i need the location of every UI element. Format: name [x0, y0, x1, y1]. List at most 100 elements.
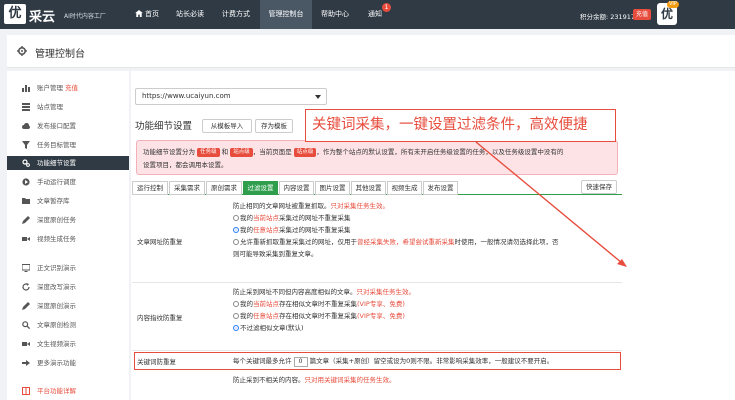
sidebar-item-platform-guide[interactable]: 平台功能详解 — [7, 384, 129, 398]
keyword-limit-input[interactable]: 0 — [293, 357, 308, 367]
home-icon — [135, 10, 143, 17]
sidebar-item-label: 正文识别演示 — [37, 264, 76, 272]
alert-line-2: 设置项目，都会调用本设置。 — [143, 161, 228, 169]
sidebar-item-video-tasks[interactable]: 视频生成任务 — [7, 232, 129, 246]
tab-run-control[interactable]: 运行控制 — [132, 181, 168, 195]
sidebar-item-task-targets[interactable]: 任务目标管理 — [7, 138, 129, 152]
tab-publish-settings[interactable]: 发布设置 — [423, 181, 458, 195]
cloud-icon — [22, 123, 30, 129]
url-dedupe-option-current[interactable]: 我的当前站点采集过的网址不重复采集 — [233, 212, 621, 224]
option-highlight: 任意站点 — [253, 312, 279, 320]
option-highlight: 曾经采集失败，希望尝试重新采集 — [357, 238, 455, 246]
sidebar-item-publish-api[interactable]: 发布接口配置 — [7, 119, 129, 133]
sidebar-item-label: 发布接口配置 — [37, 122, 76, 130]
nav-notice[interactable]: 通知 1 — [358, 0, 392, 29]
pencil-icon — [22, 302, 30, 310]
tab-collect-needs[interactable]: 采集需求 — [169, 181, 205, 195]
sidebar-item-original-demo[interactable]: 深度原创演示 — [7, 299, 129, 313]
sidebar-item-label: 功能细节设置 — [37, 159, 76, 167]
tab-content-settings[interactable]: 内容设置 — [279, 181, 314, 195]
section-title: 功能细节设置 — [135, 121, 193, 132]
sidebar-item-sites[interactable]: 站点管理 — [7, 100, 129, 114]
sidebar-item-label: 站点管理 — [37, 103, 63, 111]
nav-console[interactable]: 管理控制台 — [260, 0, 312, 29]
vip-note: (VIP专享、免费) — [357, 312, 405, 320]
nav-webmaster-read[interactable]: 站长必读 — [168, 0, 212, 29]
url-dedupe-option-allow-cont: 则可能导致采集到重复文章。 — [233, 250, 318, 258]
url-dedupe-option-any[interactable]: 我的任意站点采集过的网址不重复采集 — [233, 224, 621, 236]
radio-button-selected[interactable] — [233, 325, 239, 331]
alert-text: ，当前页面是 — [252, 148, 292, 156]
sidebar-item-deep-original[interactable]: 深度原创任务 — [7, 213, 129, 227]
sidebar-item-label: 账户管理 — [37, 84, 63, 92]
content-fingerprint-options: 防止采到网址不同但内容高度相似的文章。只对采集任务生效。 我的当前站点存在相似文… — [233, 286, 621, 334]
nav-billing[interactable]: 计费方式 — [214, 0, 258, 29]
recharge-button[interactable]: 充值 — [633, 9, 651, 20]
nav-home[interactable]: 首页 — [127, 0, 167, 29]
divider — [132, 282, 622, 283]
tab-image-settings[interactable]: 图片设置 — [315, 181, 350, 195]
settings-tabs: 运行控制 采集需求 原创需求 过滤设置 内容设置 图片设置 其他设置 视频生成 … — [132, 181, 622, 195]
radio-button-selected[interactable] — [233, 227, 239, 233]
sidebar-item-feature-settings[interactable]: 功能细节设置 — [7, 156, 129, 170]
desc-note: 只对采集任务生效。 — [330, 202, 390, 210]
option-highlight: 当前站点 — [253, 214, 279, 222]
option-text: 我的 — [240, 214, 253, 222]
slogan: AI时代内容工厂 — [64, 13, 106, 20]
sidebar-item-label: 文章暂存库 — [37, 197, 70, 205]
sidebar-item-text-to-video-demo[interactable]: 文生视频演示 — [7, 337, 129, 351]
alert-text: 功能细节设置分为 — [143, 148, 195, 156]
monitor-icon — [22, 264, 30, 272]
sidebar-item-originality-check[interactable]: 文章原创检测 — [7, 318, 129, 332]
sidebar-item-account[interactable]: 账户管理 充值 — [7, 81, 129, 95]
quick-save-button[interactable]: 快速保存 — [581, 180, 617, 194]
keyword-dedupe-row: 每个关键词最多允许 0 篇文章（采集+原创）留空或设为0则不限。非常影响采集效率… — [233, 355, 621, 367]
video-icon — [22, 237, 30, 241]
pencil-icon — [22, 216, 30, 224]
save-template-button[interactable]: 存为模板 — [255, 119, 293, 133]
filter-icon — [22, 141, 30, 149]
site-select[interactable]: https://www.ucaiyun.com — [135, 88, 327, 105]
sidebar-item-label: 深度改写演示 — [37, 283, 76, 291]
sidebar-item-more-demos[interactable]: 更多演示功能 — [7, 356, 129, 370]
radio-button[interactable] — [233, 239, 239, 245]
tab-other-settings[interactable]: 其他设置 — [351, 181, 386, 195]
arrow-icon — [22, 360, 30, 366]
recharge-link[interactable]: 充值 — [65, 84, 78, 92]
radio-button[interactable] — [233, 215, 239, 221]
site-level-badge: 站点级 — [230, 148, 253, 157]
fingerprint-option-current[interactable]: 我的当前站点存在相似文章时不重复采集(VIP专享、免费) — [233, 298, 621, 310]
url-dedupe-label: 文章网址防重复 — [137, 238, 183, 246]
tab-original-needs[interactable]: 原创需求 — [206, 181, 242, 195]
option-text: 采集过的网址不重复采集 — [279, 226, 351, 234]
nav-help[interactable]: 帮助中心 — [313, 0, 357, 29]
url-dedupe-option-allow[interactable]: 允许重新抓取重复采集过的网址，仅用于曾经采集失败，希望尝试重新采集时使用，一般情… — [233, 236, 621, 248]
desc-note: 只对采集任务生效。 — [356, 288, 416, 296]
option-highlight: 当前站点 — [253, 300, 279, 308]
sidebar-item-text-recognition-demo[interactable]: 正文识别演示 — [7, 261, 129, 275]
logo-icon[interactable]: 优 — [4, 4, 26, 24]
alert-text: ，作为整个站点的默认设置，所有未开启任务级设置的任务，以及任务级设置中没有的 — [316, 148, 564, 156]
fingerprint-option-none[interactable]: 不过滤相似文章(默认) — [233, 322, 621, 334]
radio-button[interactable] — [233, 313, 239, 319]
divider — [132, 350, 622, 351]
chevron-down-icon — [315, 95, 321, 99]
points-balance: 积分余额: 2319178 — [580, 13, 640, 21]
annotation-callout: 关键词采集，一键设置过滤条件，高效便捷 — [305, 109, 616, 142]
logo-text[interactable]: 采云 — [29, 6, 55, 25]
tab-filter-settings[interactable]: 过滤设置 — [243, 181, 278, 195]
url-dedupe-desc: 防止相同的文章网址被重复抓取。只对采集任务生效。 — [233, 200, 621, 212]
sidebar-item-rewrite-demo[interactable]: 深度改写演示 — [7, 280, 129, 294]
sidebar-item-article-store[interactable]: 文章暂存库 — [7, 194, 129, 208]
radio-button[interactable] — [233, 301, 239, 307]
page-header: 管理控制台 — [7, 35, 735, 68]
import-template-button[interactable]: 从模板导入 — [202, 119, 252, 133]
page-title: 管理控制台 — [35, 49, 85, 60]
info-alert: 功能细节设置分为 任务级 和 站点级 ，当前页面是 站点级 ，作为整个站点的默认设置… — [136, 140, 618, 175]
sidebar-item-label: 深度原创演示 — [37, 302, 76, 310]
tab-video-generation[interactable]: 视频生成 — [387, 181, 422, 195]
sidebar-item-label: 深度原创任务 — [37, 216, 76, 224]
fingerprint-option-any[interactable]: 我的任意站点存在相似文章时不重复采集(VIP专享、免费) — [233, 310, 621, 322]
sidebar-item-manual-run[interactable]: 手动运行调度 — [7, 175, 129, 189]
keyword-dedupe-hint: 篇文章（采集+原创）留空或设为0则不限。非常影响采集效率，一般建议不要开启。 — [309, 357, 554, 365]
